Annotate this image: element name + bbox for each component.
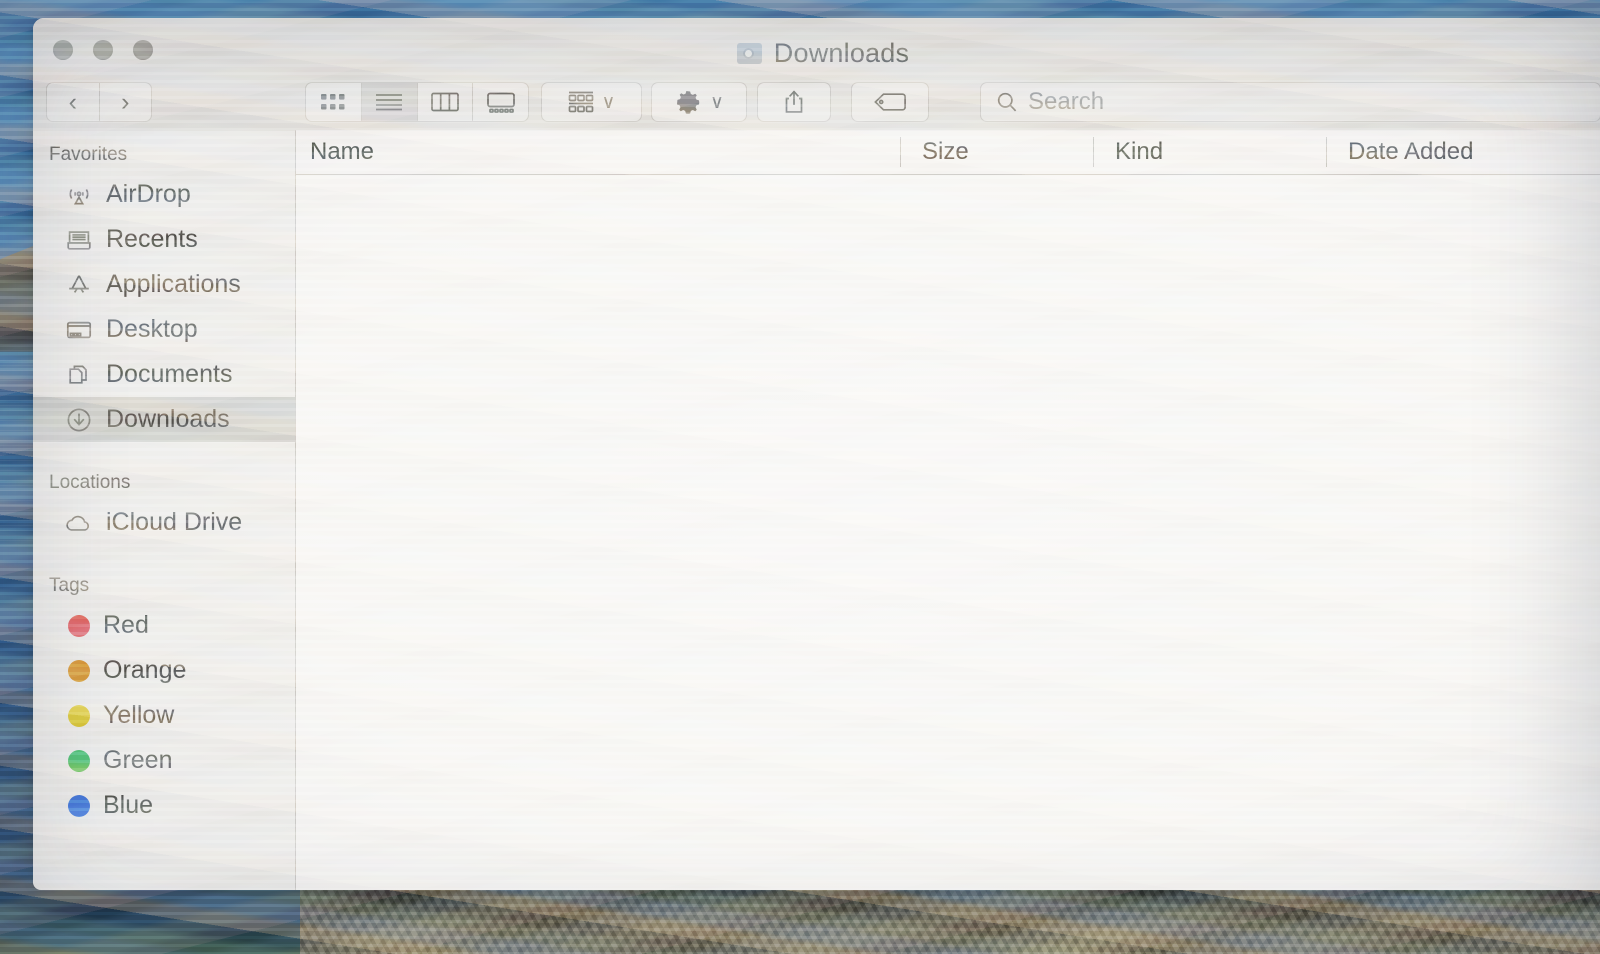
sidebar-item-icloud-drive[interactable]: iCloud Drive — [33, 500, 295, 545]
column-divider[interactable] — [1093, 137, 1094, 167]
forward-button[interactable]: › — [99, 83, 151, 121]
tag-dot-icon — [68, 794, 90, 817]
sidebar-tag-green[interactable]: Green — [33, 738, 295, 783]
folder-icon — [736, 43, 762, 64]
sidebar-item-airdrop[interactable]: AirDrop — [33, 172, 295, 217]
group-items-icon — [568, 91, 593, 113]
column-divider[interactable] — [1326, 137, 1327, 167]
tag-dot-icon — [68, 749, 90, 772]
sidebar-item-label: Yellow — [103, 701, 175, 729]
sidebar-item-label: Recents — [106, 225, 198, 253]
applications-icon — [64, 270, 93, 299]
search-input[interactable]: Search — [1028, 88, 1104, 116]
column-header-kind[interactable]: Kind — [1115, 138, 1163, 166]
zoom-button[interactable] — [133, 40, 153, 60]
search-icon — [997, 92, 1017, 112]
file-rows[interactable] — [296, 174, 1600, 890]
downloads-icon — [64, 405, 93, 434]
documents-icon — [64, 360, 93, 389]
view-mode-group[interactable] — [305, 82, 529, 122]
column-headers[interactable]: Name Size Kind Date Added — [296, 130, 1600, 175]
tag-dot-icon — [68, 659, 90, 682]
sidebar-item-documents[interactable]: Documents — [33, 352, 295, 397]
file-list[interactable]: Name Size Kind Date Added — [296, 130, 1600, 890]
page-title: Downloads — [773, 38, 910, 68]
close-button[interactable] — [53, 40, 73, 60]
chevron-down-icon: ∨ — [710, 91, 724, 113]
sidebar-item-label: Documents — [106, 360, 233, 388]
edit-tags-button[interactable] — [852, 83, 928, 121]
sidebar-section-locations: Locations — [49, 472, 131, 493]
icon-view-icon — [321, 94, 345, 110]
chevron-right-icon: › — [121, 87, 130, 116]
window-body: Favorites AirDrop Recents Applications D… — [33, 130, 1600, 890]
list-view-icon — [376, 94, 403, 111]
list-view-button[interactable] — [361, 83, 417, 121]
recents-icon — [64, 225, 93, 254]
desktop-icon — [64, 315, 93, 344]
sidebar-item-label: Green — [103, 746, 173, 774]
icloud-icon — [64, 508, 93, 537]
sidebar-item-label: AirDrop — [106, 180, 191, 208]
sidebar-item-downloads[interactable]: Downloads — [33, 397, 295, 442]
tag-icon — [874, 93, 906, 111]
sidebar-item-desktop[interactable]: Desktop — [33, 307, 295, 352]
gallery-view-button[interactable] — [473, 83, 528, 121]
sidebar-item-label: Desktop — [106, 315, 198, 343]
action-menu-button[interactable]: ∨ — [652, 83, 746, 121]
airdrop-icon — [64, 180, 93, 209]
minimize-button[interactable] — [93, 40, 113, 60]
column-header-date-added[interactable]: Date Added — [1348, 138, 1473, 166]
sidebar-item-label: Blue — [103, 791, 154, 819]
sidebar-tag-red[interactable]: Red — [33, 603, 295, 648]
share-button[interactable] — [758, 83, 830, 121]
gallery-view-icon — [486, 92, 515, 113]
sidebar-tag-orange[interactable]: Orange — [33, 648, 295, 693]
sidebar-item-label: Red — [103, 611, 149, 639]
toolbar[interactable]: ‹ › ∨ ∨ Search — [33, 74, 1600, 130]
group-by-button[interactable]: ∨ — [542, 83, 641, 121]
sidebar-item-label: iCloud Drive — [106, 508, 243, 536]
sidebar-tag-blue[interactable]: Blue — [33, 783, 295, 828]
window-titlebar[interactable]: Downloads ‹ › ∨ ∨ Search — [33, 18, 1600, 131]
tag-dot-icon — [68, 704, 90, 727]
share-icon — [785, 90, 803, 113]
window-title: Downloads — [33, 38, 1600, 69]
sidebar-item-recents[interactable]: Recents — [33, 217, 295, 262]
share-group[interactable] — [757, 82, 831, 122]
column-header-name[interactable]: Name — [310, 138, 374, 166]
search-field[interactable]: Search — [980, 82, 1600, 122]
sidebar-item-label: Applications — [106, 270, 241, 298]
tag-group[interactable] — [851, 82, 929, 122]
sidebar-item-label: Downloads — [106, 405, 230, 433]
traffic-lights[interactable] — [53, 40, 153, 60]
action-menu-group[interactable]: ∨ — [651, 82, 747, 122]
group-by-group[interactable]: ∨ — [541, 82, 642, 122]
sidebar-item-label: Orange — [103, 656, 187, 684]
chevron-down-icon: ∨ — [601, 91, 616, 113]
sidebar-item-applications[interactable]: Applications — [33, 262, 295, 307]
chevron-left-icon: ‹ — [68, 87, 77, 116]
sidebar-section-tags: Tags — [49, 575, 90, 596]
back-button[interactable]: ‹ — [47, 83, 99, 121]
sidebar-section-favorites: Favorites — [49, 144, 128, 165]
icon-view-button[interactable] — [306, 83, 361, 121]
column-view-icon — [431, 92, 459, 112]
tag-dot-icon — [68, 614, 90, 637]
column-view-button[interactable] — [418, 83, 473, 121]
sidebar[interactable]: Favorites AirDrop Recents Applications D… — [33, 130, 296, 890]
finder-window[interactable]: Downloads ‹ › ∨ ∨ Search Favorites AirDr… — [33, 18, 1600, 890]
column-header-size[interactable]: Size — [922, 138, 969, 166]
gear-icon — [677, 91, 700, 114]
column-divider[interactable] — [900, 137, 901, 167]
sidebar-tag-yellow[interactable]: Yellow — [33, 693, 295, 738]
nav-group[interactable]: ‹ › — [46, 82, 152, 122]
